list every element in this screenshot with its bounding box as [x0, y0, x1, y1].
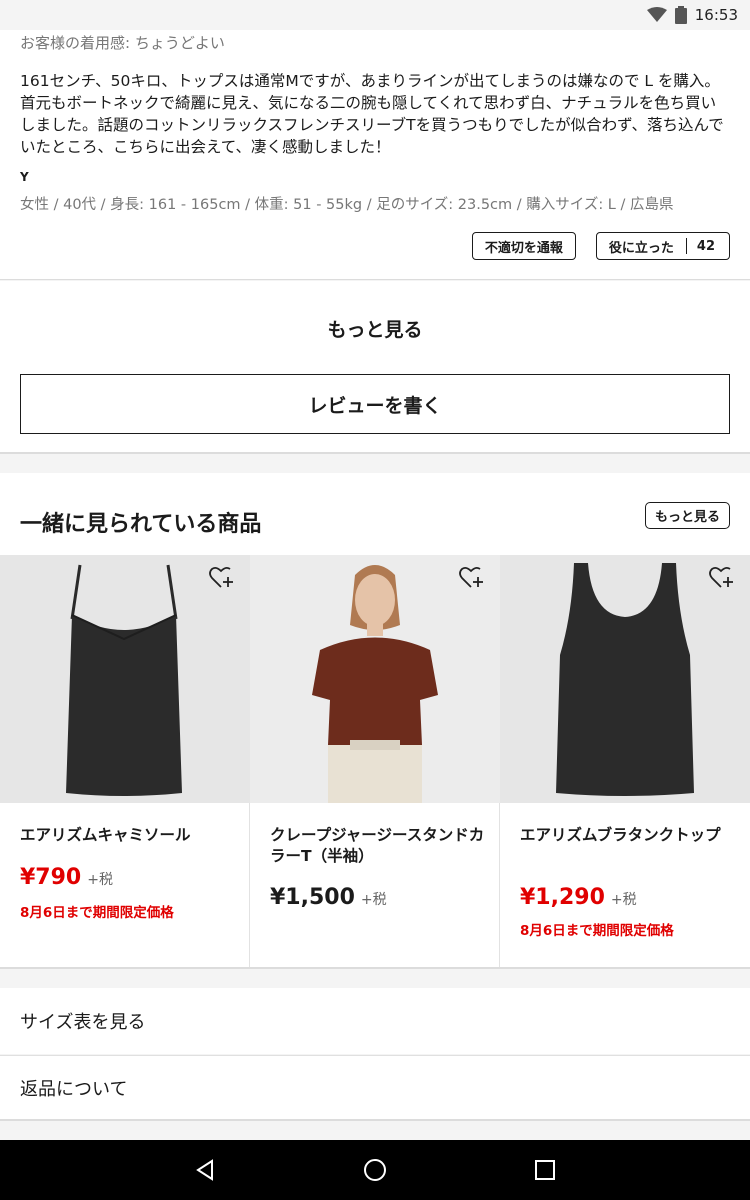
battery-icon [674, 6, 687, 24]
helpful-count: 42 [696, 238, 715, 254]
favorite-add-icon[interactable] [458, 565, 484, 591]
product-card[interactable]: エアリズムキャミソール ¥790 +税 8月6日まで期間限定価格 [0, 555, 250, 967]
report-button[interactable]: 不適切を通報 [471, 232, 576, 260]
product-price: ¥790 [20, 865, 82, 890]
product-promo: 8月6日まで期間限定価格 [520, 923, 674, 939]
review-author: Y [20, 170, 29, 184]
status-time: 16:53 [694, 6, 738, 24]
returns-link[interactable]: 返品について [0, 1055, 750, 1121]
product-tax: +税 [610, 892, 637, 908]
product-list: エアリズムキャミソール ¥790 +税 8月6日まで期間限定価格 クレープジャー… [0, 555, 750, 967]
home-icon[interactable] [355, 1150, 395, 1190]
more-reviews-link[interactable]: もっと見る [0, 315, 750, 342]
status-bar: 16:53 [0, 0, 750, 30]
system-nav-bar [0, 1140, 750, 1200]
wifi-icon [646, 7, 667, 23]
review-body: 161センチ、50キロ、トップスは通常Mですが、あまりラインが出てしまうのは嫌な… [20, 72, 724, 156]
back-icon[interactable] [185, 1150, 225, 1190]
write-review-button[interactable]: レビューを書く [20, 374, 730, 434]
price-row: ¥790 +税 [20, 865, 113, 890]
size-chart-link[interactable]: サイズ表を見る [0, 988, 750, 1054]
product-image-crepe-tee [250, 555, 500, 803]
product-tax: +税 [87, 872, 113, 888]
product-name: エアリズムブラタンクトップ [520, 826, 721, 844]
product-image-bra-tank [500, 555, 750, 803]
review-meta: 女性 / 40代 / 身長: 161 - 165cm / 体重: 51 - 55… [20, 197, 674, 213]
product-name: エアリズムキャミソール [20, 826, 191, 844]
related-more-button[interactable]: もっと見る [644, 502, 730, 529]
favorite-add-icon[interactable] [208, 565, 234, 591]
helpful-button[interactable]: 役に立った 42 [595, 232, 730, 260]
product-price: ¥1,500 [270, 885, 355, 910]
review-card: お客様の着用感: ちょうどよい 161センチ、50キロ、トップスは通常Mですが、… [0, 30, 750, 280]
product-image-camisole [0, 555, 250, 803]
related-products-section: 一緒に見られている商品 もっと見る エアリズムキャミソール ¥790 +税 8月… [0, 473, 750, 969]
related-title: 一緒に見られている商品 [20, 512, 262, 537]
favorite-add-icon[interactable] [708, 565, 734, 591]
product-name: クレープジャージースタンドカラーT（半袖） [270, 826, 485, 865]
product-promo: 8月6日まで期間限定価格 [20, 905, 174, 921]
recents-icon[interactable] [525, 1150, 565, 1190]
reviews-footer: もっと見る レビューを書く [0, 281, 750, 454]
product-card[interactable]: エアリズムブラタンクトップ ¥1,290 +税 8月6日まで期間限定価格 [500, 555, 750, 967]
price-row: ¥1,290 +税 [520, 885, 637, 910]
product-card[interactable]: クレープジャージースタンドカラーT（半袖） ¥1,500 +税 [250, 555, 500, 967]
product-price: ¥1,290 [520, 885, 605, 910]
price-row: ¥1,500 +税 [270, 885, 387, 910]
review-fit-label: お客様の着用感: ちょうどよい [20, 34, 225, 52]
helpful-label: 役に立った [608, 240, 674, 256]
product-tax: +税 [360, 892, 387, 908]
review-actions: 不適切を通報 役に立った 42 [471, 232, 730, 260]
